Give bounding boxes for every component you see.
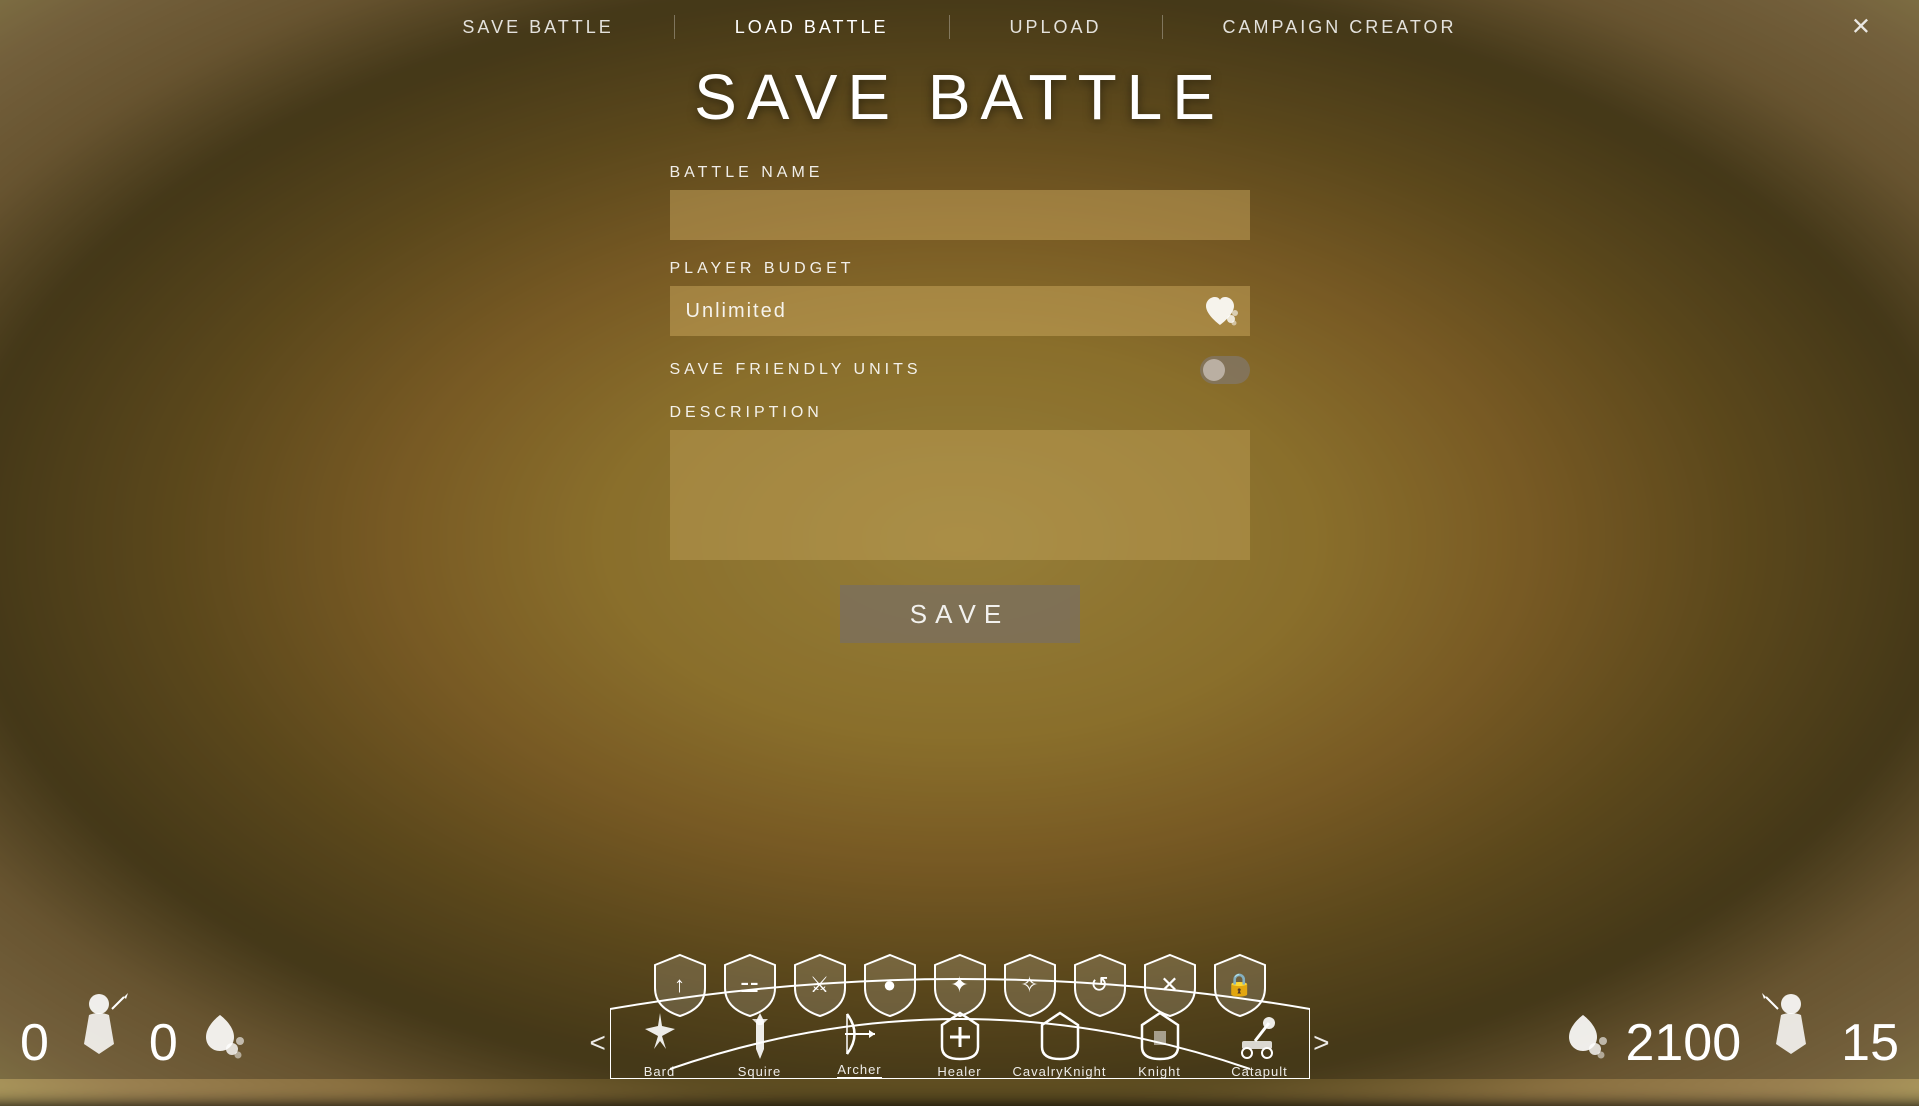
description-textarea[interactable] (670, 430, 1250, 560)
right-player-icon (1751, 989, 1831, 1069)
squire-label: Squire (738, 1064, 782, 1079)
knight-icon (1134, 1010, 1186, 1062)
unit-healer[interactable]: Healer (910, 1010, 1010, 1079)
right-stats: 2100 15 (1550, 989, 1899, 1069)
archer-label: Archer (837, 1062, 881, 1079)
cavalry-knight-icon (1034, 1010, 1086, 1062)
nav-campaign-creator[interactable]: Campaign Creator (1163, 3, 1517, 52)
nav-save-battle[interactable]: Save Battle (402, 3, 673, 52)
catapult-icon (1234, 1010, 1286, 1062)
unit-knight[interactable]: Knight (1110, 1010, 1210, 1079)
player-budget-label: PLAYER BUDGET (670, 260, 1250, 278)
left-stats: 0 0 (20, 989, 253, 1069)
right-count: 15 (1841, 1017, 1899, 1069)
description-label: DESCRIPTION (670, 404, 1250, 422)
unit-bard[interactable]: Bard (610, 1010, 710, 1079)
left-count: 0 (20, 1017, 49, 1069)
healer-icon (934, 1010, 986, 1062)
unit-archer[interactable]: Archer (810, 1008, 910, 1079)
squire-icon (734, 1010, 786, 1062)
toggle-thumb (1203, 359, 1225, 381)
save-battle-dialog: SAVE BATTLE BATTLE NAME PLAYER BUDGET (670, 60, 1250, 643)
nav-upload[interactable]: Upload (950, 3, 1162, 52)
knight-label: Knight (1138, 1064, 1181, 1079)
save-friendly-toggle[interactable] (1200, 356, 1250, 384)
catapult-label: Catapult (1231, 1064, 1287, 1079)
bard-icon (634, 1010, 686, 1062)
close-button[interactable]: ✕ (1843, 5, 1879, 50)
archer-icon (834, 1008, 886, 1060)
battle-name-group: BATTLE NAME (670, 164, 1250, 240)
battle-name-label: BATTLE NAME (670, 164, 1250, 182)
healer-label: Healer (937, 1064, 981, 1079)
left-player-icon (59, 989, 139, 1069)
unit-catapult[interactable]: Catapult (1210, 1010, 1310, 1079)
player-budget-group: PLAYER BUDGET (670, 260, 1250, 336)
cavalry-knight-label: CavalryKnight (1013, 1064, 1107, 1079)
unit-squire[interactable]: Squire (710, 1010, 810, 1079)
top-nav: Save Battle Load Battle Upload Campaign … (0, 0, 1919, 54)
save-button[interactable]: SAVE (840, 585, 1080, 643)
right-budget-icon (1550, 1004, 1615, 1069)
unit-cavalry-knight[interactable]: CavalryKnight (1010, 1010, 1110, 1079)
left-budget-count: 0 (149, 1017, 178, 1069)
description-group: DESCRIPTION (670, 404, 1250, 565)
nav-load-battle[interactable]: Load Battle (675, 3, 949, 52)
bard-label: Bard (644, 1064, 675, 1079)
battle-name-input[interactable] (670, 190, 1250, 240)
save-friendly-label: SAVE FRIENDLY UNITS (670, 361, 1200, 379)
unit-labels-row: Bard Squire Archer (600, 1008, 1320, 1079)
right-budget: 2100 (1625, 1017, 1741, 1069)
left-budget-icon (188, 1004, 253, 1069)
dialog-title: SAVE BATTLE (670, 60, 1250, 134)
budget-potion-icon[interactable] (1198, 289, 1242, 333)
save-friendly-row: SAVE FRIENDLY UNITS (670, 356, 1250, 384)
player-budget-input[interactable] (670, 286, 1250, 336)
budget-input-wrap (670, 286, 1250, 336)
